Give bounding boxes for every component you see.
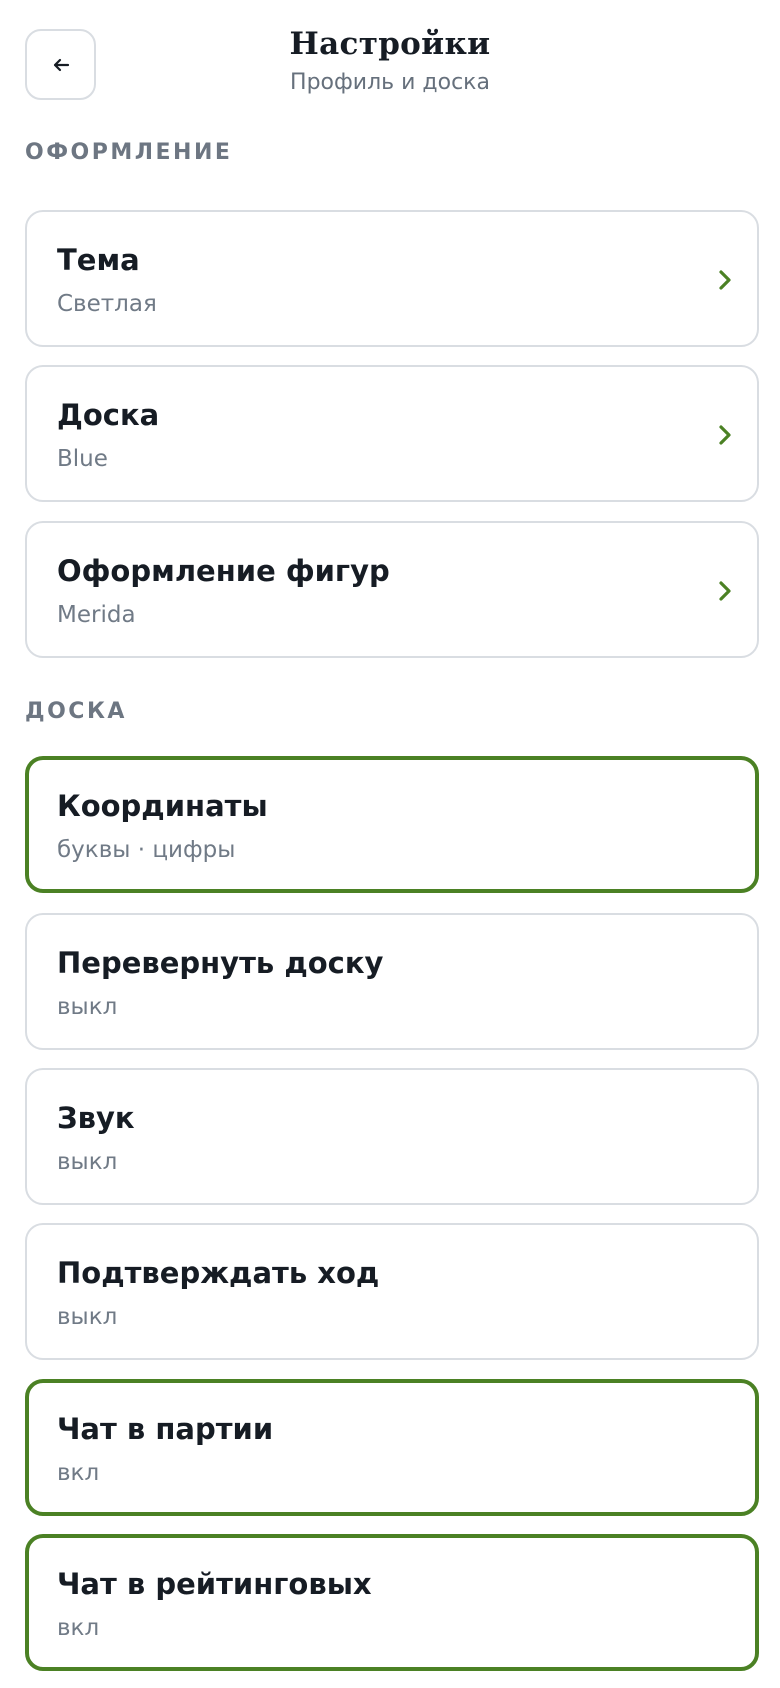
- chevron-right-icon: [719, 425, 731, 445]
- setting-value: выкл: [57, 1304, 118, 1330]
- setting-value: буквы · цифры: [57, 837, 236, 863]
- chevron-right-icon: [719, 581, 731, 601]
- section-label-appearance: ОФОРМЛЕНИЕ: [25, 140, 233, 165]
- setting-value: Светлая: [57, 291, 157, 317]
- setting-value: вкл: [57, 1615, 100, 1641]
- setting-value: выкл: [57, 1149, 118, 1175]
- setting-title: Доска: [57, 398, 160, 432]
- setting-confirm-move[interactable]: Подтверждать ход выкл: [25, 1223, 759, 1360]
- setting-piece-set[interactable]: Оформление фигур Merida: [25, 521, 759, 658]
- setting-title: Чат в партии: [57, 1412, 274, 1446]
- setting-rated-chat[interactable]: Чат в рейтинговых вкл: [25, 1534, 759, 1671]
- setting-title: Тема: [57, 243, 140, 277]
- page-title: Настройки: [289, 26, 491, 62]
- setting-title: Чат в рейтинговых: [57, 1567, 372, 1601]
- setting-value: Blue: [57, 446, 108, 472]
- setting-board[interactable]: Доска Blue: [25, 365, 759, 502]
- setting-value: выкл: [57, 994, 118, 1020]
- setting-coordinates[interactable]: Координаты буквы · цифры: [25, 756, 759, 893]
- setting-title: Координаты: [57, 789, 268, 823]
- setting-value: Merida: [57, 602, 136, 628]
- page-subtitle: Профиль и доска: [290, 70, 490, 95]
- setting-title: Подтверждать ход: [57, 1256, 380, 1290]
- setting-flip-board[interactable]: Перевернуть доску выкл: [25, 913, 759, 1050]
- setting-title: Перевернуть доску: [57, 946, 384, 980]
- header: Настройки Профиль и доска: [0, 0, 780, 120]
- setting-title: Звук: [57, 1101, 135, 1135]
- chevron-right-icon: [719, 270, 731, 290]
- setting-game-chat[interactable]: Чат в партии вкл: [25, 1379, 759, 1516]
- setting-title: Оформление фигур: [57, 554, 390, 588]
- setting-sound[interactable]: Звук выкл: [25, 1068, 759, 1205]
- setting-theme[interactable]: Тема Светлая: [25, 210, 759, 347]
- section-label-board: ДОСКА: [25, 699, 127, 724]
- setting-value: вкл: [57, 1460, 100, 1486]
